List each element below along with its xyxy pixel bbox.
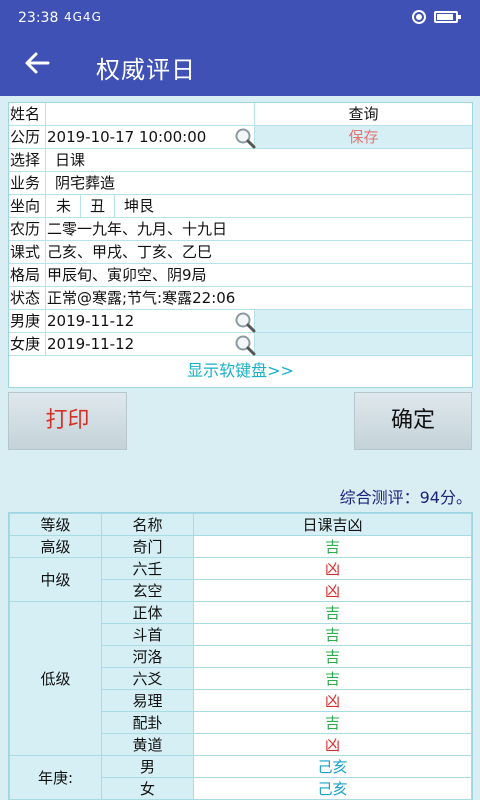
status-bar: 23:38 4G4G	[0, 0, 480, 34]
grade-low: 低级	[9, 601, 102, 756]
row-result: 吉	[193, 601, 472, 624]
state-label: 状态	[9, 287, 46, 309]
table-row: 高级 奇门 吉	[9, 535, 472, 558]
row-result: 己亥	[193, 777, 472, 800]
female-label: 女庚	[9, 333, 46, 355]
arrow-left-icon[interactable]	[22, 48, 52, 84]
lunar-label: 农历	[9, 218, 46, 240]
female-date-input[interactable]: 2019-11-12	[46, 333, 256, 356]
row-name: 配卦	[101, 711, 194, 734]
name-input[interactable]	[46, 103, 254, 125]
table-row: 低级 正体 吉	[9, 601, 472, 756]
page-title: 权威评日	[96, 56, 196, 84]
row-name: 奇门	[101, 535, 194, 558]
save-label: 保存	[348, 128, 379, 146]
status-time: 23:38	[18, 10, 59, 26]
direction-label: 坐向	[9, 195, 46, 217]
course-label: 课式	[9, 241, 46, 263]
name-label: 姓名	[9, 103, 46, 125]
course-value: 己亥、甲戌、丁亥、乙巳	[47, 243, 213, 261]
row-name: 六壬	[101, 557, 194, 580]
row-name: 男	[101, 755, 194, 778]
row-result: 吉	[193, 645, 472, 668]
row-result: 凶	[193, 733, 472, 756]
calendar-label: 公历	[9, 126, 46, 148]
calendar-input[interactable]: 2019-10-17 10:00:00	[46, 126, 256, 149]
row-name: 女	[101, 777, 194, 800]
pattern-label: 格局	[9, 264, 46, 286]
direction-selector: 未 丑 坤艮	[46, 195, 472, 217]
choose-row: 选择 日课	[9, 149, 472, 172]
calendar-value: 2019-10-17 10:00:00	[47, 128, 207, 146]
table-row: 中级 六壬 凶	[9, 557, 472, 602]
choose-select[interactable]: 日课	[46, 149, 472, 171]
query-button[interactable]: 查询	[254, 103, 472, 125]
overall-score: 综合测评：94分。	[339, 488, 472, 507]
direction-sit[interactable]: 未	[47, 195, 82, 217]
search-icon[interactable]	[234, 311, 256, 333]
app-bar: 权威评日	[0, 34, 480, 96]
row-name: 玄空	[101, 579, 194, 602]
print-button[interactable]: 打印	[8, 392, 127, 450]
signal-icon: 4G4G	[64, 10, 102, 24]
direction-face[interactable]: 丑	[81, 195, 116, 217]
row-result: 吉	[193, 667, 472, 690]
direction-trigram[interactable]: 坤艮	[115, 195, 163, 217]
row-result: 吉	[193, 711, 472, 734]
choose-label: 选择	[9, 149, 46, 171]
row-result: 己亥	[193, 755, 472, 778]
female-extra-cell	[254, 333, 472, 355]
male-label: 男庚	[9, 310, 46, 332]
male-date-input[interactable]: 2019-11-12	[46, 310, 256, 333]
row-result: 凶	[193, 579, 472, 602]
grade-mid: 中级	[9, 557, 102, 602]
business-row: 业务 阴宅葬造	[9, 172, 472, 195]
male-date-value: 2019-11-12	[47, 312, 135, 330]
header-name: 名称	[101, 513, 194, 536]
business-label: 业务	[9, 172, 46, 194]
row-name: 斗首	[101, 623, 194, 646]
grade-year: 年庚:	[9, 755, 102, 800]
input-form: 姓名 查询 公历 2019-10-17 10:00:00 保存 选择 日课 业务…	[8, 102, 473, 388]
course-row: 课式 己亥、甲戌、丁亥、乙巳	[9, 241, 472, 264]
row-result: 吉	[193, 535, 472, 558]
row-result: 凶	[193, 689, 472, 712]
table-header-row: 等级 名称 日课吉凶	[9, 513, 472, 536]
female-date-value: 2019-11-12	[47, 335, 135, 353]
row-result: 吉	[193, 623, 472, 646]
calendar-row: 公历 2019-10-17 10:00:00 保存	[9, 126, 472, 149]
confirm-button[interactable]: 确定	[354, 392, 472, 450]
result-table: 等级 名称 日课吉凶 高级 奇门 吉 中级 六壬 凶 玄空 凶 低级 正体 吉 …	[8, 512, 473, 800]
battery-icon	[434, 11, 461, 23]
business-select[interactable]: 阴宅葬造	[46, 172, 472, 194]
header-result: 日课吉凶	[193, 513, 472, 536]
state-row: 状态 正常@寒露;节气:寒露22:06	[9, 287, 472, 310]
pattern-row: 格局 甲辰旬、寅卯空、阴9局	[9, 264, 472, 287]
male-row: 男庚 2019-11-12	[9, 310, 472, 333]
female-row: 女庚 2019-11-12	[9, 333, 472, 356]
direction-row: 坐向 未 丑 坤艮	[9, 195, 472, 218]
name-row: 姓名 查询	[9, 103, 472, 126]
row-name: 正体	[101, 601, 194, 624]
row-name: 河洛	[101, 645, 194, 668]
table-row: 年庚: 男 己亥	[9, 755, 472, 800]
header-grade: 等级	[9, 513, 102, 536]
row-name: 易理	[101, 689, 194, 712]
male-extra-cell	[254, 310, 472, 332]
lunar-row: 农历 二零一九年、九月、十九日	[9, 218, 472, 241]
show-keyboard-link[interactable]: 显示软键盘>>	[9, 356, 472, 387]
row-result: 凶	[193, 557, 472, 580]
lunar-value: 二零一九年、九月、十九日	[47, 220, 228, 238]
search-icon[interactable]	[234, 334, 256, 356]
search-icon[interactable]	[234, 127, 256, 149]
grade-high: 高级	[9, 535, 102, 558]
row-name: 黄道	[101, 733, 194, 756]
pattern-value: 甲辰旬、寅卯空、阴9局	[47, 266, 207, 284]
save-button[interactable]: 保存	[254, 126, 472, 148]
record-icon	[412, 10, 426, 24]
state-value: 正常@寒露;节气:寒露22:06	[47, 289, 236, 307]
row-name: 六爻	[101, 667, 194, 690]
